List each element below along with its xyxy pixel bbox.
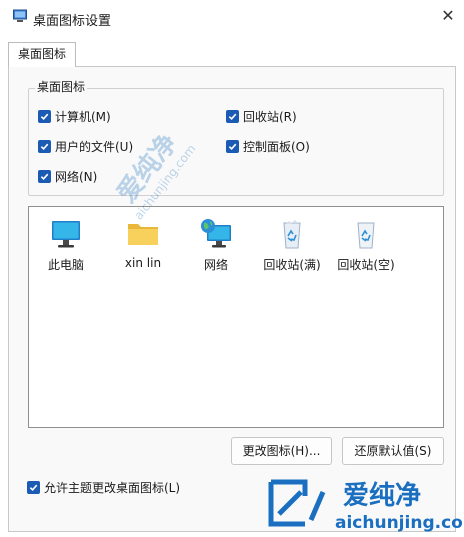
close-button[interactable]: ✕ <box>438 6 458 26</box>
checkbox-checked-icon <box>226 109 239 123</box>
watermark-logo-icon <box>268 479 326 527</box>
checkbox-recycle-bin[interactable]: 回收站(R) <box>226 108 297 124</box>
desktop-settings-icon <box>13 9 27 22</box>
list-item[interactable]: 回收站(满) <box>257 217 327 273</box>
group-label: 桌面图标 <box>35 80 88 94</box>
tab-desktop-icons[interactable]: 桌面图标 <box>8 42 76 67</box>
checkbox-computer[interactable]: 计算机(M) <box>38 108 111 124</box>
checkbox-control-panel[interactable]: 控制面板(O) <box>226 138 310 154</box>
restore-default-button[interactable]: 还原默认值(S) <box>342 437 444 465</box>
close-icon: ✕ <box>441 6 455 25</box>
list-item[interactable]: 此电脑 <box>31 217 101 273</box>
monitor-icon <box>52 221 80 248</box>
recycle-bin-full-icon <box>283 220 301 249</box>
checkbox-checked-icon <box>38 109 51 123</box>
checkbox-allow-theme-change[interactable]: 允许主题更改桌面图标(L) <box>27 479 180 495</box>
window-title: 桌面图标设置 <box>33 14 112 29</box>
title-bar: 桌面图标设置 ✕ <box>0 0 464 36</box>
change-icon-button[interactable]: 更改图标(H)... <box>231 437 332 465</box>
watermark-url: aichunjing.com <box>335 513 463 533</box>
tab-strip: 桌面图标 <box>8 42 456 67</box>
watermark-logo: 爱纯净 aichunjing.com <box>268 479 463 533</box>
checkbox-checked-icon <box>226 139 239 153</box>
list-item[interactable]: xin lin <box>108 217 178 270</box>
desktop-icon-list[interactable]: 此电脑 xin lin 网络 回收站(满) 回收站(空) <box>28 206 444 428</box>
network-globe-icon <box>201 219 231 248</box>
checkbox-checked-icon <box>27 480 40 494</box>
watermark-text: 爱纯净 <box>343 480 421 511</box>
list-item[interactable]: 网络 <box>181 217 251 273</box>
checkbox-checked-icon <box>38 139 51 153</box>
recycle-bin-empty-icon <box>357 222 375 249</box>
checkbox-network[interactable]: 网络(N) <box>38 168 97 184</box>
checkbox-user-files[interactable]: 用户的文件(U) <box>38 138 133 154</box>
list-item[interactable]: 回收站(空) <box>331 217 401 273</box>
folder-icon <box>128 224 158 245</box>
checkbox-checked-icon <box>38 169 51 183</box>
